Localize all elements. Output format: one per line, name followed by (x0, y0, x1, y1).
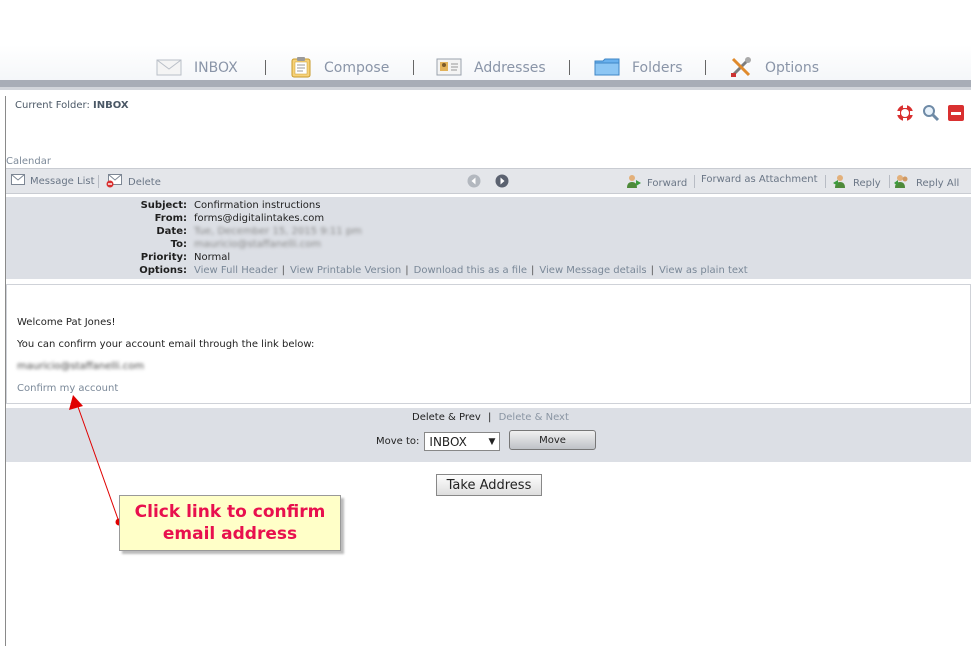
current-folder-label: Current Folder: (15, 100, 90, 111)
delete-mail-icon (106, 174, 123, 191)
calendar-link[interactable]: Calendar (6, 156, 51, 167)
delete-prev-link[interactable]: Delete & Prev (412, 412, 481, 423)
move-to-label: Move to: (376, 436, 420, 447)
body-greeting: Welcome Pat Jones! (17, 317, 116, 328)
search-icon[interactable] (922, 104, 940, 125)
from-label: From: (154, 213, 187, 224)
forward-as-attachment-button[interactable]: Forward as Attachment (701, 174, 818, 185)
delete-nav-divider: | (488, 412, 492, 423)
subject-value: Confirmation instructions (194, 200, 321, 211)
envelope-icon (156, 57, 182, 80)
move-to-control: Move to: INBOX ▼ (376, 432, 501, 451)
nav-inbox-label: INBOX (194, 60, 238, 76)
date-label: Date: (156, 226, 187, 237)
header-to-row: To: mauricio@staffanelli.com (6, 239, 322, 252)
callout-line-2: email address (162, 524, 298, 544)
forward-label: Forward (647, 177, 688, 189)
header-date-row: Date: Tue, December 15, 2015 9:11 pm (6, 226, 362, 239)
squirrelmail-page: INBOX Compose Addresses Folders Options … (0, 0, 971, 646)
from-value: forms@digitalintakes.com (194, 213, 325, 224)
header-options-row: Options: View Full Header | View Printable… (6, 265, 748, 278)
clipboard-icon (290, 56, 312, 81)
callout-line-1: Click link to confirm (134, 502, 326, 522)
address-book-icon (436, 57, 462, 80)
nav-addresses[interactable]: Addresses (436, 56, 546, 80)
sign-out-icon[interactable] (948, 104, 964, 125)
nav-bar-rule (0, 87, 971, 90)
message-body: Welcome Pat Jones! You can confirm your … (6, 284, 971, 404)
download-as-file-link[interactable]: Download this as a file (414, 265, 527, 276)
reply-user-icon (832, 174, 848, 192)
view-message-details-link[interactable]: View Message details (539, 265, 646, 276)
subject-label: Subject: (140, 200, 187, 211)
toolbar-divider (694, 175, 695, 188)
priority-label: Priority: (140, 252, 187, 263)
to-label: To: (170, 239, 187, 250)
forward-user-icon (626, 174, 642, 192)
move-to-value: INBOX (429, 434, 467, 449)
nav-divider (705, 60, 706, 75)
previous-message-icon[interactable] (467, 174, 481, 191)
folder-icon (594, 57, 620, 80)
message-footer: Delete & Prev | Delete & Next Move to: I… (6, 408, 971, 462)
body-instruction: You can confirm your account email throu… (17, 339, 315, 350)
annotation-callout: Click link to confirm email address (119, 495, 341, 551)
toolbar-divider (98, 175, 99, 188)
delete-next-link[interactable]: Delete & Next (499, 412, 569, 423)
toolbar-divider (825, 175, 826, 188)
view-as-plain-text-link[interactable]: View as plain text (659, 265, 748, 276)
body-email: mauricio@staffanelli.com (17, 361, 145, 372)
reply-all-users-icon (893, 174, 911, 192)
nav-options[interactable]: Options (729, 56, 819, 80)
nav-folders[interactable]: Folders (594, 56, 683, 80)
envelope-icon (11, 174, 25, 188)
tools-icon (729, 55, 753, 82)
reply-all-label: Reply All (916, 177, 960, 189)
forward-button[interactable]: Forward (626, 174, 687, 192)
nav-folders-label: Folders (632, 60, 683, 76)
delete-label: Delete (128, 177, 161, 188)
message-list-label: Message List (30, 175, 95, 187)
to-value: mauricio@staffanelli.com (194, 239, 322, 250)
confirm-account-link[interactable]: Confirm my account (17, 383, 118, 394)
view-printable-version-link[interactable]: View Printable Version (290, 265, 401, 276)
delete-navigation: Delete & Prev | Delete & Next (412, 412, 569, 423)
reply-label: Reply (853, 177, 881, 189)
header-priority-row: Priority: Normal (6, 252, 230, 265)
nav-bar-rule (0, 80, 971, 87)
nav-divider (413, 60, 414, 75)
date-value: Tue, December 15, 2015 9:11 pm (194, 226, 362, 237)
current-folder: Current Folder: INBOX (15, 100, 129, 111)
nav-divider (569, 60, 570, 75)
message-list-button[interactable]: Message List (11, 174, 95, 188)
delete-button[interactable]: Delete (106, 174, 161, 191)
dropdown-arrow-icon: ▼ (488, 436, 496, 447)
top-navigation: INBOX Compose Addresses Folders Options (0, 0, 971, 90)
reply-all-button[interactable]: Reply All (893, 174, 959, 192)
move-button[interactable]: Move (509, 430, 596, 450)
take-address-button[interactable]: Take Address (436, 474, 542, 496)
header-from-row: From: forms@digitalintakes.com (6, 213, 325, 226)
options-label: Options: (139, 265, 187, 276)
next-message-icon[interactable] (495, 174, 509, 191)
current-folder-value: INBOX (93, 100, 129, 111)
header-subject-row: Subject: Confirmation instructions (6, 200, 321, 213)
nav-divider (265, 60, 266, 75)
reply-button[interactable]: Reply (832, 174, 881, 192)
nav-inbox[interactable]: INBOX (156, 56, 238, 80)
top-right-icons (896, 104, 964, 125)
view-full-header-link[interactable]: View Full Header (194, 265, 278, 276)
nav-addresses-label: Addresses (474, 60, 546, 76)
forward-as-attachment-label: Forward as Attachment (701, 174, 818, 185)
move-to-select[interactable]: INBOX ▼ (424, 432, 501, 451)
message-headers: Subject: Confirmation instructions From:… (6, 197, 971, 279)
nav-compose-label: Compose (324, 60, 390, 76)
toolbar-divider (889, 175, 890, 188)
nav-compose[interactable]: Compose (290, 56, 389, 80)
help-lifebuoy-icon[interactable] (896, 104, 914, 125)
nav-options-label: Options (765, 60, 820, 76)
priority-value: Normal (194, 252, 231, 263)
message-toolbar: Message List Delete Forward Forward as A… (6, 168, 971, 194)
